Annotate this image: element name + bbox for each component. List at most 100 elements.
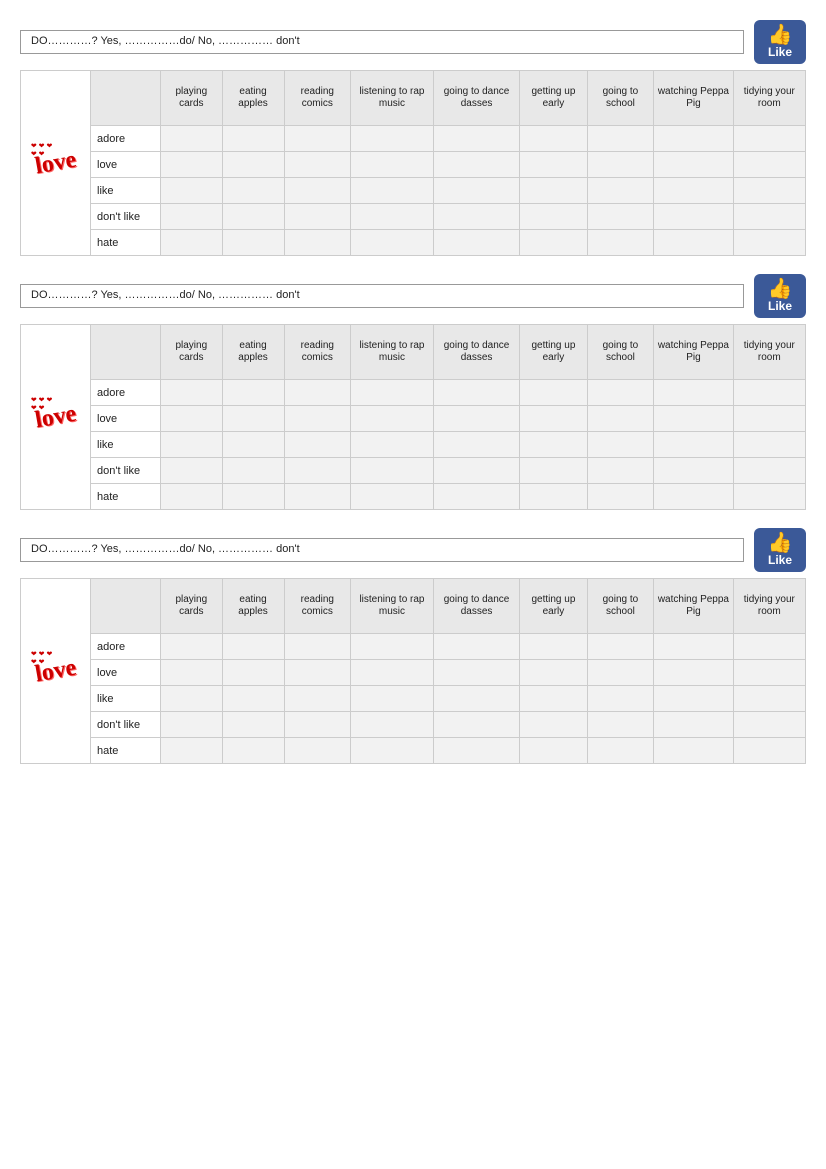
cell-2-3[interactable]: [351, 432, 434, 458]
cell-4-3[interactable]: [351, 230, 434, 256]
cell-0-0[interactable]: [161, 126, 223, 152]
cell-3-2[interactable]: [284, 204, 351, 230]
cell-2-8[interactable]: [733, 178, 805, 204]
cell-0-8[interactable]: [733, 126, 805, 152]
cell-0-1[interactable]: [222, 634, 284, 660]
cell-3-8[interactable]: [733, 204, 805, 230]
cell-3-4[interactable]: [433, 712, 519, 738]
cell-0-0[interactable]: [161, 634, 223, 660]
cell-4-5[interactable]: [520, 230, 587, 256]
cell-1-2[interactable]: [284, 152, 351, 178]
cell-4-5[interactable]: [520, 738, 587, 764]
cell-0-4[interactable]: [433, 126, 519, 152]
cell-2-7[interactable]: [654, 432, 733, 458]
cell-2-8[interactable]: [733, 432, 805, 458]
cell-0-2[interactable]: [284, 634, 351, 660]
cell-0-3[interactable]: [351, 126, 434, 152]
cell-3-3[interactable]: [351, 712, 434, 738]
cell-3-8[interactable]: [733, 712, 805, 738]
cell-3-0[interactable]: [161, 712, 223, 738]
cell-4-6[interactable]: [587, 230, 654, 256]
cell-1-1[interactable]: [222, 406, 284, 432]
cell-2-3[interactable]: [351, 178, 434, 204]
cell-1-5[interactable]: [520, 152, 587, 178]
cell-3-6[interactable]: [587, 458, 654, 484]
cell-3-1[interactable]: [222, 458, 284, 484]
cell-0-2[interactable]: [284, 126, 351, 152]
cell-0-5[interactable]: [520, 380, 587, 406]
cell-0-5[interactable]: [520, 126, 587, 152]
cell-2-6[interactable]: [587, 178, 654, 204]
cell-1-0[interactable]: [161, 406, 223, 432]
cell-2-1[interactable]: [222, 686, 284, 712]
cell-2-7[interactable]: [654, 178, 733, 204]
like-button-2[interactable]: 👍Like: [754, 274, 806, 318]
cell-3-4[interactable]: [433, 204, 519, 230]
cell-1-3[interactable]: [351, 406, 434, 432]
cell-4-0[interactable]: [161, 230, 223, 256]
cell-2-3[interactable]: [351, 686, 434, 712]
cell-4-4[interactable]: [433, 484, 519, 510]
cell-1-4[interactable]: [433, 152, 519, 178]
cell-4-7[interactable]: [654, 738, 733, 764]
cell-3-5[interactable]: [520, 204, 587, 230]
cell-4-3[interactable]: [351, 484, 434, 510]
cell-1-1[interactable]: [222, 152, 284, 178]
cell-1-8[interactable]: [733, 406, 805, 432]
cell-1-6[interactable]: [587, 660, 654, 686]
cell-4-6[interactable]: [587, 484, 654, 510]
cell-4-1[interactable]: [222, 230, 284, 256]
cell-3-7[interactable]: [654, 712, 733, 738]
cell-0-1[interactable]: [222, 126, 284, 152]
cell-2-0[interactable]: [161, 686, 223, 712]
cell-0-6[interactable]: [587, 634, 654, 660]
cell-3-7[interactable]: [654, 458, 733, 484]
cell-1-7[interactable]: [654, 660, 733, 686]
cell-0-7[interactable]: [654, 380, 733, 406]
cell-3-6[interactable]: [587, 712, 654, 738]
cell-1-5[interactable]: [520, 406, 587, 432]
like-button-1[interactable]: 👍Like: [754, 20, 806, 64]
cell-1-5[interactable]: [520, 660, 587, 686]
cell-4-2[interactable]: [284, 738, 351, 764]
like-button-3[interactable]: 👍Like: [754, 528, 806, 572]
cell-1-4[interactable]: [433, 406, 519, 432]
cell-1-7[interactable]: [654, 152, 733, 178]
cell-2-5[interactable]: [520, 178, 587, 204]
cell-3-1[interactable]: [222, 204, 284, 230]
cell-3-4[interactable]: [433, 458, 519, 484]
cell-0-2[interactable]: [284, 380, 351, 406]
cell-3-5[interactable]: [520, 712, 587, 738]
cell-1-7[interactable]: [654, 406, 733, 432]
cell-4-5[interactable]: [520, 484, 587, 510]
cell-1-8[interactable]: [733, 660, 805, 686]
cell-2-4[interactable]: [433, 686, 519, 712]
cell-0-8[interactable]: [733, 380, 805, 406]
cell-4-2[interactable]: [284, 230, 351, 256]
cell-0-1[interactable]: [222, 380, 284, 406]
cell-0-5[interactable]: [520, 634, 587, 660]
cell-4-8[interactable]: [733, 230, 805, 256]
cell-2-6[interactable]: [587, 432, 654, 458]
cell-4-7[interactable]: [654, 484, 733, 510]
cell-0-7[interactable]: [654, 634, 733, 660]
cell-1-1[interactable]: [222, 660, 284, 686]
cell-3-2[interactable]: [284, 712, 351, 738]
cell-2-7[interactable]: [654, 686, 733, 712]
cell-0-8[interactable]: [733, 634, 805, 660]
cell-0-3[interactable]: [351, 634, 434, 660]
cell-3-6[interactable]: [587, 204, 654, 230]
cell-4-2[interactable]: [284, 484, 351, 510]
cell-1-3[interactable]: [351, 660, 434, 686]
cell-1-0[interactable]: [161, 660, 223, 686]
cell-2-4[interactable]: [433, 178, 519, 204]
cell-2-1[interactable]: [222, 178, 284, 204]
cell-0-6[interactable]: [587, 126, 654, 152]
cell-0-6[interactable]: [587, 380, 654, 406]
cell-0-0[interactable]: [161, 380, 223, 406]
cell-0-4[interactable]: [433, 380, 519, 406]
cell-3-0[interactable]: [161, 204, 223, 230]
cell-4-4[interactable]: [433, 738, 519, 764]
cell-1-8[interactable]: [733, 152, 805, 178]
cell-4-1[interactable]: [222, 738, 284, 764]
